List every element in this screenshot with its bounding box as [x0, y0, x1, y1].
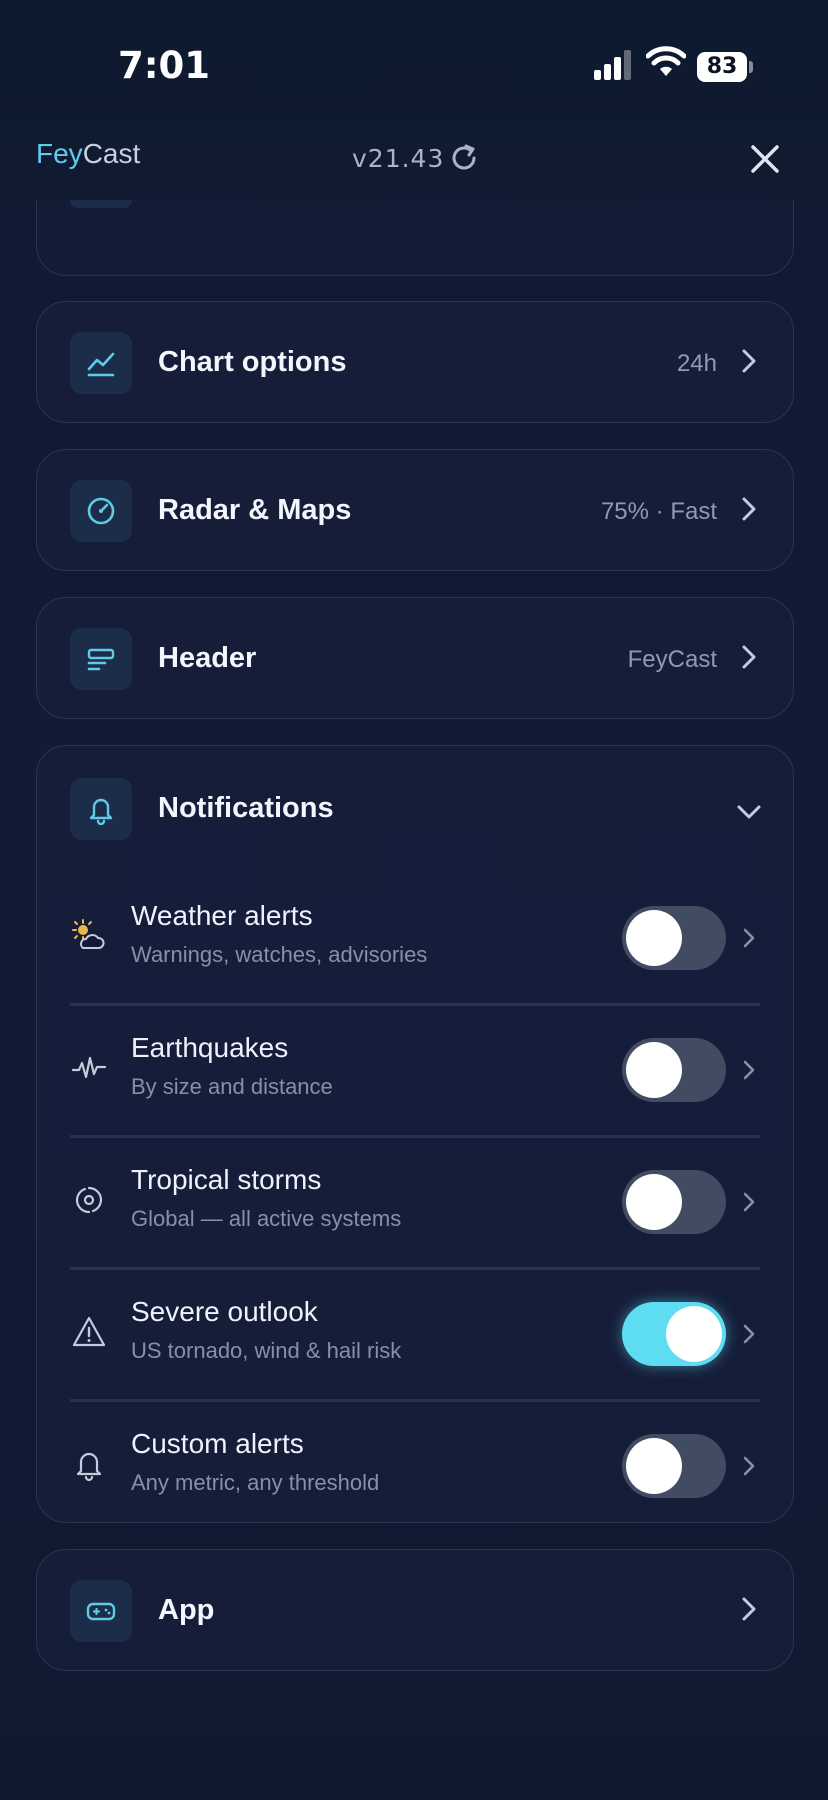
radar-maps-title: Radar & Maps [158, 494, 352, 526]
severe-outlook-toggle[interactable] [622, 1302, 726, 1366]
chevron-down-icon[interactable] [735, 802, 763, 822]
tropical-storms-toggle[interactable] [622, 1170, 726, 1234]
brand-suffix: Cast [82, 138, 141, 169]
weather-alerts-toggle[interactable] [622, 906, 726, 970]
text-lines-icon [70, 628, 132, 690]
close-icon[interactable] [748, 142, 782, 176]
tropical-storms-subtitle: Global — all active systems [131, 1206, 402, 1231]
gamepad-icon [70, 1580, 132, 1642]
cellular-signal-icon [594, 50, 631, 80]
partly-cloudy-icon [72, 919, 105, 949]
warning-triangle-icon [72, 1316, 106, 1347]
custom-alerts-subtitle: Any metric, any threshold [131, 1470, 380, 1495]
radar-maps-value: 75% · Fast [600, 498, 717, 525]
notifications-header[interactable]: Notifications [37, 746, 793, 874]
notification-item-tropical-storms[interactable]: Tropical storms Global — all active syst… [37, 1138, 793, 1270]
notification-item-weather-alerts[interactable]: Weather alerts Warnings, watches, adviso… [37, 874, 793, 1006]
app-row[interactable]: App [36, 1549, 794, 1671]
toggle-knob [626, 1042, 682, 1098]
header-value: FeyCast [627, 646, 717, 673]
chevron-right-icon[interactable] [741, 926, 757, 950]
chevron-right-icon [742, 645, 756, 669]
custom-alerts-title: Custom alerts [131, 1428, 304, 1459]
severe-outlook-title: Severe outlook [131, 1296, 318, 1327]
chart-options-row[interactable]: Chart options 24h [36, 301, 794, 423]
notifications-title: Notifications [158, 792, 334, 824]
header-row[interactable]: Header FeyCast [36, 597, 794, 719]
app-title: App [158, 1594, 215, 1626]
battery-cap [749, 61, 753, 73]
custom-alerts-toggle[interactable] [622, 1434, 726, 1498]
wifi-icon [646, 46, 686, 76]
chevron-right-icon[interactable] [741, 1454, 757, 1478]
severe-outlook-subtitle: US tornado, wind & hail risk [131, 1338, 402, 1363]
notification-item-severe-outlook[interactable]: Severe outlook US tornado, wind & hail r… [37, 1270, 793, 1402]
brand-logo: FeyCast [36, 138, 140, 170]
toggle-knob [666, 1306, 722, 1362]
chevron-right-icon[interactable] [741, 1058, 757, 1082]
notification-item-earthquakes[interactable]: Earthquakes By size and distance [37, 1006, 793, 1138]
hurricane-icon [75, 1186, 103, 1214]
notification-item-custom-alerts[interactable]: Custom alerts Any metric, any threshold [37, 1402, 793, 1534]
bell-icon [70, 778, 132, 840]
partial-card-icon [70, 200, 132, 208]
toggle-knob [626, 1174, 682, 1230]
version-label: v21.43 [352, 144, 445, 173]
brand-prefix: Fey [36, 138, 83, 169]
header-title: Header [158, 642, 257, 674]
notifications-card: Notifications Weather alerts Warnings, w… [36, 745, 794, 1523]
gauge-icon [70, 480, 132, 542]
status-time: 7:01 [118, 44, 211, 87]
toggle-knob [626, 1438, 682, 1494]
toggle-knob [626, 910, 682, 966]
seismic-wave-icon [71, 1056, 107, 1079]
status-bar: 7:01 83 [0, 0, 828, 120]
chevron-right-icon[interactable] [741, 1190, 757, 1214]
chevron-right-icon [742, 349, 756, 373]
earthquakes-toggle[interactable] [622, 1038, 726, 1102]
partial-settings-card [36, 200, 794, 276]
weather-alerts-title: Weather alerts [131, 900, 313, 931]
chart-options-value: 24h [676, 350, 717, 377]
refresh-icon[interactable] [448, 142, 480, 174]
battery-level: 83 [697, 52, 747, 82]
tropical-storms-title: Tropical storms [131, 1164, 322, 1195]
radar-maps-row[interactable]: Radar & Maps 75% · Fast [36, 449, 794, 571]
chevron-right-icon [742, 1597, 756, 1621]
chevron-right-icon [742, 497, 756, 521]
chart-options-title: Chart options [158, 346, 347, 378]
earthquakes-title: Earthquakes [131, 1032, 289, 1063]
weather-alerts-subtitle: Warnings, watches, advisories [131, 942, 428, 967]
chart-line-icon [70, 332, 132, 394]
earthquakes-subtitle: By size and distance [131, 1074, 333, 1099]
battery-indicator: 83 [697, 52, 755, 82]
bell-icon [76, 1452, 102, 1482]
chevron-right-icon[interactable] [741, 1322, 757, 1346]
